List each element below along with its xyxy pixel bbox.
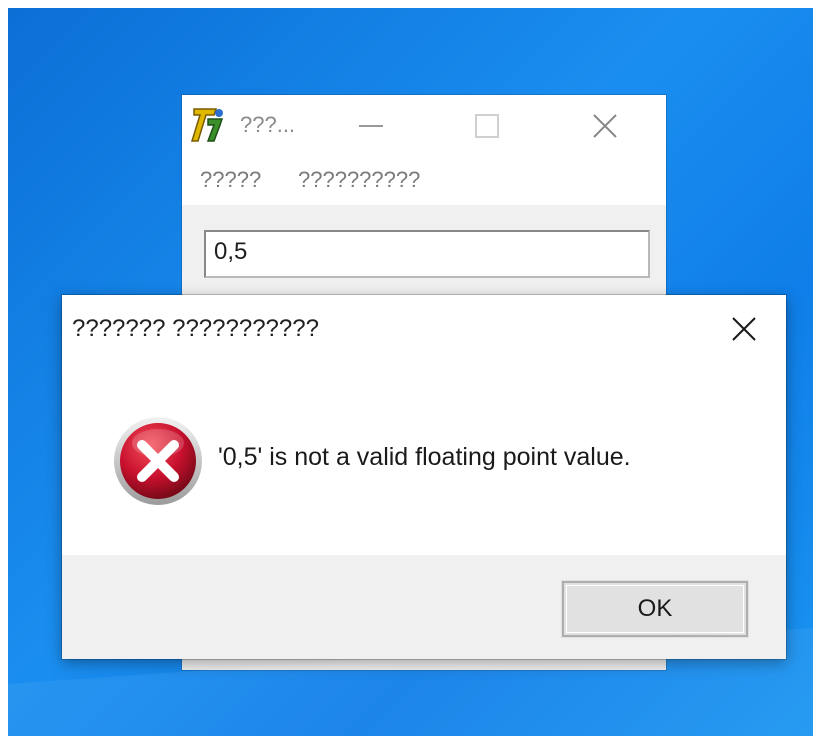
close-icon: [732, 317, 756, 341]
app-titlebar[interactable]: ???...: [182, 95, 666, 157]
maximize-button[interactable]: [458, 95, 516, 157]
error-dialog: ??????? ??????????? '0,5' is not a valid…: [62, 295, 786, 659]
minimize-icon: [359, 125, 383, 127]
minimize-button[interactable]: [342, 95, 400, 157]
dialog-footer: OK: [62, 555, 786, 659]
menu-item-1[interactable]: ?????: [200, 167, 261, 193]
error-message: '0,5' is not a valid floating point valu…: [218, 443, 631, 471]
close-icon: [593, 114, 617, 138]
dialog-close-button[interactable]: [716, 301, 772, 357]
desktop-background: ???... ????? ?????????? 0,5 ??????? ????…: [8, 8, 813, 736]
app-close-button[interactable]: [576, 95, 634, 157]
app-menubar: ????? ??????????: [182, 157, 666, 205]
error-icon: [114, 417, 202, 505]
app-window-title: ???...: [240, 112, 296, 137]
maximize-icon: [475, 114, 499, 138]
dialog-body: '0,5' is not a valid floating point valu…: [62, 363, 786, 555]
ok-button[interactable]: OK: [561, 580, 749, 638]
app-logo-icon: [190, 108, 224, 142]
dialog-titlebar[interactable]: ??????? ???????????: [62, 295, 786, 363]
menu-item-2[interactable]: ??????????: [298, 167, 420, 193]
dialog-title: ??????? ???????????: [72, 315, 319, 342]
value-input[interactable]: 0,5: [204, 230, 650, 278]
